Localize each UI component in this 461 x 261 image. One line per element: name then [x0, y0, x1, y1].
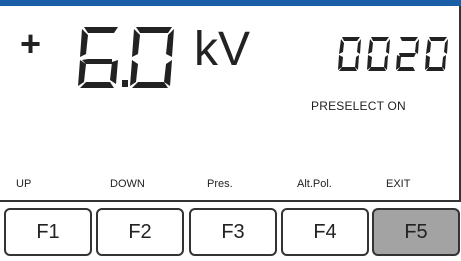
voltage-seven-segment [78, 27, 174, 88]
counter-seven-segment [338, 37, 448, 71]
voltage-unit: kV [194, 23, 251, 76]
softkey-label-preset: Pres. [207, 178, 233, 190]
function-key-row: F1 F2 F3 F4 F5 [0, 205, 461, 261]
counter-readout [336, 36, 452, 72]
f5-button[interactable]: F5 [372, 208, 460, 256]
f3-button[interactable]: F3 [189, 208, 277, 256]
preselect-status: PRESELECT ON [311, 99, 406, 113]
f4-button[interactable]: F4 [281, 208, 369, 256]
f1-button[interactable]: F1 [4, 208, 92, 256]
lcd-display: + kV PRESELECT ON UP DOWN Pres. Alt.Pol.… [0, 6, 461, 202]
softkey-label-up: UP [16, 178, 32, 190]
softkey-label-exit: EXIT [386, 178, 411, 190]
polarity-sign: + [20, 23, 42, 64]
f2-button[interactable]: F2 [96, 208, 184, 256]
softkey-label-alt-polarity: Alt.Pol. [297, 178, 332, 190]
softkey-label-down: DOWN [110, 178, 145, 190]
voltage-readout [78, 24, 188, 90]
